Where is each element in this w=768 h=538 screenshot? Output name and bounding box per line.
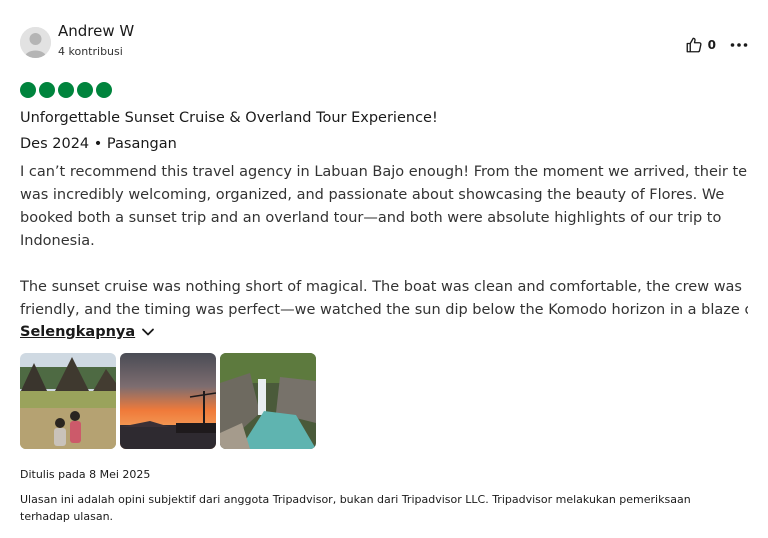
review-body: I can’t recommend this travel agency in … (20, 161, 748, 322)
review-body-line: was incredibly welcoming, organized, and… (20, 187, 725, 203)
read-more-label: Selengkapnya (20, 324, 136, 340)
chevron-down-icon (142, 328, 155, 336)
default-avatar-icon (20, 27, 51, 58)
review-card: Andrew W 4 kontribusi 0 Unforgettable Su… (20, 0, 748, 538)
user-contributions: 4 kontribusi (58, 45, 123, 58)
rating-bubble (20, 82, 36, 98)
review-header: Andrew W 4 kontribusi 0 (20, 22, 748, 62)
review-body-line: The sunset cruise was nothing short of m… (20, 279, 742, 295)
rating-bubbles (20, 82, 115, 98)
review-actions: 0 (685, 34, 748, 56)
review-body-line: Indonesia. (20, 233, 95, 249)
review-photos (20, 353, 320, 449)
review-body-line: booked both a sunset trip and an overlan… (20, 210, 722, 226)
waterfall-canyon-photo[interactable] (220, 353, 316, 449)
user-name[interactable]: Andrew W (58, 22, 134, 40)
more-dots-icon (730, 43, 748, 47)
helpful-button[interactable]: 0 (685, 36, 716, 54)
avatar[interactable] (20, 27, 51, 58)
review-title[interactable]: Unforgettable Sunset Cruise & Overland T… (20, 110, 438, 126)
review-disclaimer: Ulasan ini adalah opini subjektif dari a… (20, 493, 691, 523)
sunset-boat-photo[interactable] (120, 353, 216, 449)
village-couple-photo[interactable] (20, 353, 116, 449)
thumbs-up-icon (686, 37, 702, 53)
written-date: Ditulis pada 8 Mei 2025 (20, 468, 151, 481)
review-body-line: I can’t recommend this travel agency in … (20, 164, 748, 180)
review-meta: Des 2024 • Pasangan (20, 136, 177, 152)
read-more-button[interactable]: Selengkapnya (20, 324, 155, 340)
review-body-line: friendly, and the timing was perfect—we … (20, 302, 748, 318)
rating-bubble (96, 82, 112, 98)
rating-bubble (39, 82, 55, 98)
rating-bubble (77, 82, 93, 98)
helpful-count: 0 (707, 38, 716, 52)
more-options-button[interactable] (730, 42, 748, 48)
rating-bubble (58, 82, 74, 98)
